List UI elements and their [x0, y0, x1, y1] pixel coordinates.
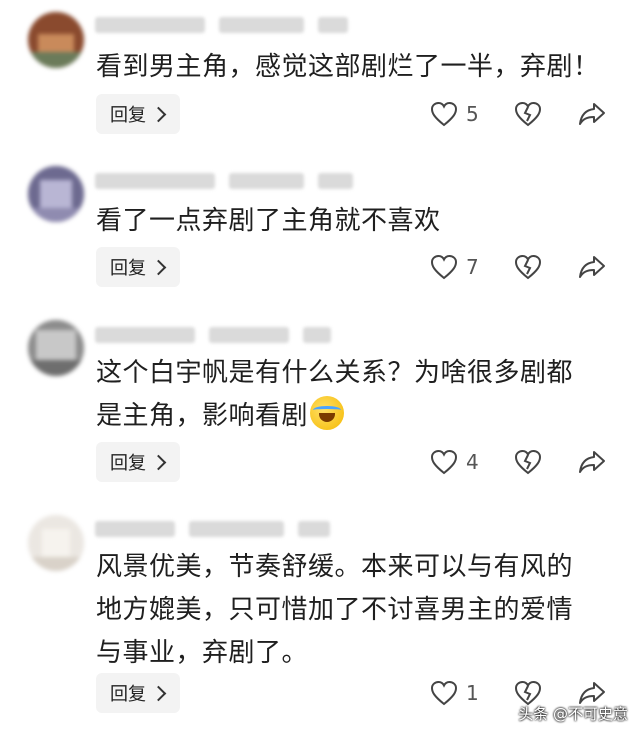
heart-icon: [430, 101, 458, 127]
avatar[interactable]: [28, 12, 84, 68]
share-button[interactable]: [578, 254, 606, 284]
laughing-crying-emoji-icon: [310, 396, 345, 430]
share-button[interactable]: [578, 449, 606, 479]
share-icon: [579, 103, 605, 125]
username-blurred: [95, 14, 348, 36]
watermark: 头条 @不可史意: [518, 705, 628, 723]
username-blurred: [95, 324, 331, 346]
comment-actions: 7: [430, 247, 620, 287]
avatar[interactable]: [28, 515, 84, 571]
comment-text: 看了一点弃剧了主角就不喜欢: [96, 206, 441, 236]
share-icon: [579, 256, 605, 278]
dislike-button[interactable]: [514, 101, 542, 131]
share-icon: [579, 451, 605, 473]
like-button[interactable]: 1: [430, 680, 479, 706]
chevron-right-icon: [150, 259, 167, 275]
chevron-right-icon: [150, 454, 167, 470]
like-count: 1: [466, 681, 479, 705]
username-blurred: [95, 170, 353, 192]
like-count: 5: [466, 102, 479, 126]
broken-heart-icon: [514, 254, 542, 280]
avatar[interactable]: [28, 320, 84, 376]
like-count: 7: [466, 255, 479, 279]
chevron-right-icon: [150, 106, 167, 122]
like-button[interactable]: 5: [430, 101, 479, 127]
dislike-button[interactable]: [514, 254, 542, 284]
like-button[interactable]: 4: [430, 449, 479, 475]
dislike-button[interactable]: [514, 449, 542, 479]
like-button[interactable]: 7: [430, 254, 479, 280]
like-count: 4: [466, 450, 479, 474]
reply-button[interactable]: 回复: [96, 94, 180, 134]
reply-label: 回复: [110, 684, 146, 705]
heart-icon: [430, 449, 458, 475]
comment-text: 这个白宇帆是有什么关系？为啥很多剧都 是主角，影响看剧: [96, 352, 616, 438]
heart-icon: [430, 254, 458, 280]
reply-button[interactable]: 回复: [96, 247, 180, 287]
heart-icon: [430, 680, 458, 706]
reply-label: 回复: [110, 453, 146, 474]
reply-button[interactable]: 回复: [96, 673, 180, 713]
comment-actions: 4: [430, 442, 620, 482]
comment-text: 风景优美，节奏舒缓。本来可以与有风的 地方媲美，只可惜加了不讨喜男主的爱情 与事…: [96, 552, 574, 668]
broken-heart-icon: [514, 449, 542, 475]
broken-heart-icon: [514, 101, 542, 127]
reply-label: 回复: [110, 105, 146, 126]
reply-button[interactable]: 回复: [96, 442, 180, 482]
comment-actions: 5: [430, 94, 620, 134]
username-blurred: [95, 518, 330, 540]
chevron-right-icon: [150, 685, 167, 701]
avatar[interactable]: [28, 166, 84, 222]
reply-label: 回复: [110, 258, 146, 279]
share-button[interactable]: [578, 101, 606, 131]
comment-text: 看到男主角，感觉这部剧烂了一半，弃剧！: [96, 52, 600, 82]
